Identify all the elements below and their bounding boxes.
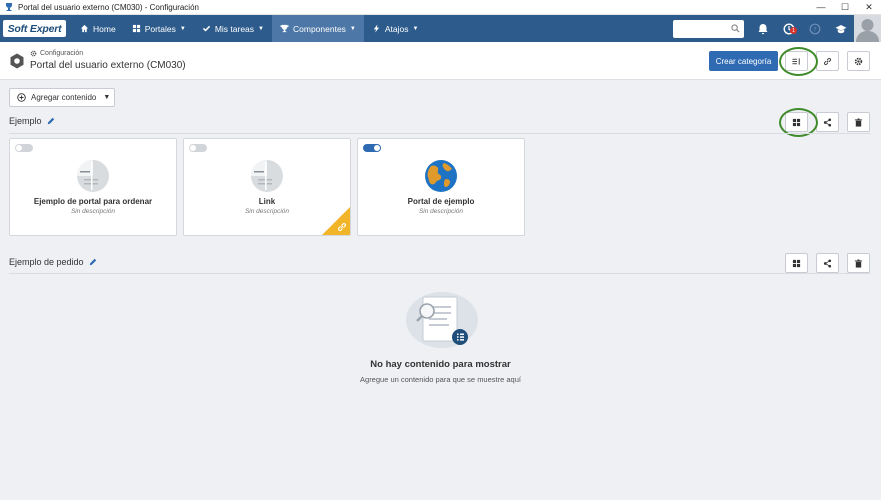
top-navbar: Soft Expert Home Portales ▼ Mis tareas ▼…	[0, 15, 881, 42]
nav-componentes[interactable]: Componentes ▼	[272, 15, 364, 42]
edit-pencil-icon[interactable]	[89, 258, 97, 266]
edit-pencil-icon[interactable]	[47, 117, 55, 125]
list-view-button[interactable]	[785, 51, 808, 71]
section-title-ejemplo: Ejemplo	[9, 116, 55, 126]
nav-home[interactable]: Home	[72, 15, 124, 42]
notifications-button[interactable]	[750, 15, 776, 42]
card-title: Ejemplo de portal para ordenar	[33, 197, 153, 206]
card-title: Link	[258, 197, 276, 206]
nav-mis-tareas-label: Mis tareas	[214, 23, 255, 34]
window-titlebar: Portal del usuario externo (CM030) - Con…	[0, 0, 881, 15]
softexpert-logo[interactable]: Soft Expert	[3, 20, 66, 37]
window-title: Portal del usuario externo (CM030) - Con…	[18, 2, 199, 12]
list-order-icon	[792, 57, 800, 65]
grid-icon	[792, 118, 801, 126]
breadcrumb[interactable]: Configuración	[30, 50, 83, 57]
section-title-ejemplo-de-pedido: Ejemplo de pedido	[9, 257, 97, 267]
caret-down-icon: ▼	[258, 25, 264, 32]
check-icon	[202, 25, 210, 32]
tasks-status-button[interactable]: 1	[776, 15, 802, 42]
caret-down-icon: ▼	[349, 25, 356, 32]
page-title: Portal del usuario externo (CM030)	[30, 60, 186, 71]
nav-home-label: Home	[93, 23, 116, 34]
help-icon: ?	[809, 23, 821, 34]
section-share-button[interactable]	[816, 112, 839, 132]
section-grid-view-button[interactable]	[785, 253, 808, 273]
copy-link-button[interactable]	[816, 51, 839, 71]
pie-chart-icon	[251, 160, 283, 192]
section-grid-view-button[interactable]	[785, 112, 808, 132]
content-card[interactable]: Ejemplo de portal para ordenar Sin descr…	[9, 138, 177, 236]
card-description: Sin descripción	[70, 208, 116, 215]
section-title-label: Ejemplo de pedido	[9, 257, 84, 267]
nav-mis-tareas[interactable]: Mis tareas ▼	[194, 15, 272, 42]
search-icon	[731, 24, 740, 33]
settings-button[interactable]	[847, 51, 870, 71]
link-icon	[823, 57, 832, 65]
enable-toggle[interactable]	[189, 144, 207, 152]
home-icon	[80, 24, 89, 33]
empty-state-title: No hay contenido para mostrar	[370, 359, 511, 370]
trophy-icon	[280, 24, 289, 33]
component-hexagon-icon	[10, 53, 24, 69]
close-button[interactable]: ✕	[857, 0, 881, 15]
bell-icon	[758, 23, 768, 34]
page-header: Configuración Portal del usuario externo…	[0, 42, 881, 80]
breadcrumb-label: Configuración	[40, 50, 84, 57]
add-content-button[interactable]: Agregar contenido ▼	[9, 88, 115, 107]
trash-icon	[854, 118, 863, 127]
content-card[interactable]: Portal de ejemplo Sin descripción	[357, 138, 525, 236]
card-title: Portal de ejemplo	[407, 197, 475, 206]
enable-toggle[interactable]	[363, 144, 381, 152]
bolt-icon	[373, 24, 380, 33]
app-trophy-icon	[6, 3, 12, 11]
search-input[interactable]	[673, 19, 744, 38]
section-divider	[9, 133, 871, 134]
pie-chart-icon	[77, 160, 109, 192]
plus-circle-icon	[17, 93, 26, 102]
minimize-button[interactable]: —	[809, 0, 833, 15]
nav-atajos[interactable]: Atajos ▼	[364, 15, 427, 42]
caret-down-icon: ▼	[412, 25, 419, 32]
graduation-cap-icon	[835, 24, 847, 33]
gear-icon	[854, 57, 863, 65]
nav-atajos-label: Atajos	[384, 23, 409, 34]
add-content-label: Agregar contenido	[31, 93, 97, 102]
section-delete-button[interactable]	[847, 112, 870, 132]
section-title-label: Ejemplo	[9, 116, 42, 126]
trash-icon	[854, 259, 863, 268]
empty-state-subtitle: Agregue un contenido para que se muestre…	[360, 375, 521, 384]
caret-down-icon: ▼	[179, 25, 186, 32]
grid-icon	[132, 24, 140, 33]
empty-content-illustration	[406, 292, 478, 348]
section-divider	[9, 273, 871, 274]
user-avatar[interactable]	[854, 15, 881, 42]
help-button[interactable]: ?	[802, 15, 828, 42]
gear-icon	[30, 50, 37, 57]
user-silhouette-icon	[856, 19, 879, 42]
maximize-button[interactable]: ☐	[833, 0, 857, 15]
content-card[interactable]: Link Sin descripción	[183, 138, 351, 236]
grid-icon	[792, 259, 801, 267]
section-share-button[interactable]	[816, 253, 839, 273]
link-icon	[338, 223, 346, 231]
card-description: Sin descripción	[418, 208, 464, 215]
enable-toggle[interactable]	[15, 144, 33, 152]
svg-text:?: ?	[813, 25, 816, 33]
nav-portales-label: Portales	[144, 23, 176, 34]
nav-portales[interactable]: Portales ▼	[124, 15, 194, 42]
share-icon	[823, 117, 832, 127]
create-category-button[interactable]: Crear categoría	[709, 51, 778, 71]
globe-icon	[425, 160, 457, 192]
notification-badge: 1	[790, 27, 797, 34]
nav-componentes-label: Componentes	[293, 23, 346, 34]
caret-down-icon: ▼	[103, 94, 111, 101]
learning-button[interactable]	[828, 15, 854, 42]
share-icon	[823, 258, 832, 268]
section-delete-button[interactable]	[847, 253, 870, 273]
